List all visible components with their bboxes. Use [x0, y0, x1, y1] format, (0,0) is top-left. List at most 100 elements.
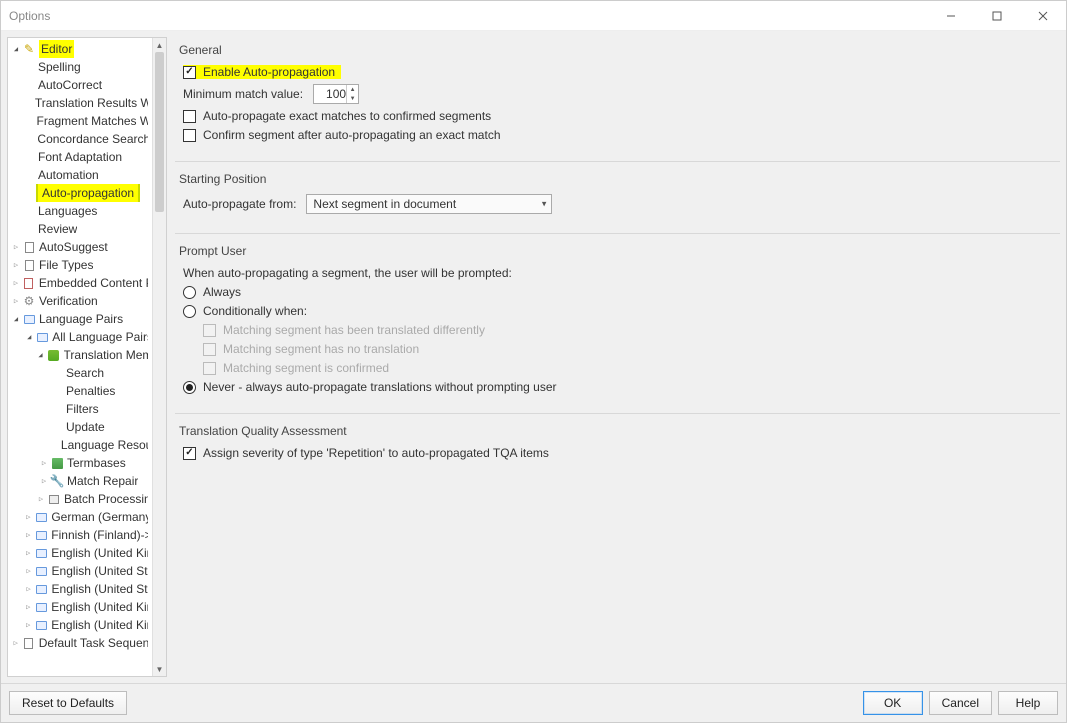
tree-label: English (United Stat: [52, 562, 148, 580]
tree-item[interactable]: English (United King: [8, 544, 152, 562]
tree-item-language-pairs[interactable]: Language Pairs: [8, 310, 152, 328]
tree-item-batch-processing[interactable]: Batch Processing: [8, 490, 152, 508]
tree-toggle-icon[interactable]: [23, 328, 35, 346]
tree-item[interactable]: Font Adaptation: [8, 148, 152, 166]
tree-label: Embedded Content Pr: [39, 274, 148, 292]
min-match-value-input[interactable]: 100 ▲▼: [313, 84, 359, 104]
tree-item[interactable]: Spelling: [8, 58, 152, 76]
tree-item[interactable]: Filters: [8, 400, 152, 418]
minimize-button[interactable]: [928, 1, 974, 30]
tree-item[interactable]: Search: [8, 364, 152, 382]
tree-item-embedded[interactable]: Embedded Content Pr: [8, 274, 152, 292]
tree-toggle-icon[interactable]: [10, 634, 22, 652]
language-icon: [34, 528, 48, 542]
ok-button[interactable]: OK: [863, 691, 923, 715]
options-tree: ✎ Editor Spelling AutoCorrect Translatio…: [7, 37, 167, 677]
help-button[interactable]: Help: [998, 691, 1058, 715]
checkbox-translated-differently: [203, 324, 216, 337]
titlebar: Options: [1, 1, 1066, 31]
checkbox-enable-auto-propagation[interactable]: [183, 66, 196, 79]
section-title: General: [179, 43, 1056, 57]
tree-item[interactable]: Language Resour: [8, 436, 152, 454]
tree-item-default-task-sequence[interactable]: Default Task Sequence: [8, 634, 152, 652]
checkbox-confirmed: [203, 362, 216, 375]
reset-to-defaults-button[interactable]: Reset to Defaults: [9, 691, 127, 715]
tree-label: Finnish (Finland)->E: [51, 526, 148, 544]
tree-toggle-icon[interactable]: [23, 562, 35, 580]
tree-toggle-icon[interactable]: [10, 40, 22, 58]
tree-item-termbases[interactable]: Termbases: [8, 454, 152, 472]
tree-toggle-icon[interactable]: [22, 526, 34, 544]
tree-toggle-icon[interactable]: [10, 256, 22, 274]
tree-item[interactable]: Concordance Search: [8, 130, 152, 148]
tree-toggle-icon[interactable]: [22, 544, 34, 562]
language-icon: [34, 600, 48, 614]
tree-item-auto-propagation[interactable]: Auto-propagation: [8, 184, 152, 202]
tree-item-autosuggest[interactable]: AutoSuggest: [8, 238, 152, 256]
tree-item-all-language-pairs[interactable]: All Language Pairs: [8, 328, 152, 346]
scroll-down-icon[interactable]: ▼: [153, 662, 166, 676]
tree-toggle-icon[interactable]: [23, 580, 35, 598]
tree-toggle-icon[interactable]: [35, 346, 47, 364]
tree-item[interactable]: Automation: [8, 166, 152, 184]
tree-label: English (United Stat: [52, 580, 148, 598]
tree-toggle-icon[interactable]: [22, 616, 34, 634]
tree-item[interactable]: Update: [8, 418, 152, 436]
radio-conditionally[interactable]: [183, 305, 196, 318]
radio-never[interactable]: [183, 381, 196, 394]
tree-item[interactable]: Translation Results Win: [8, 94, 152, 112]
tree-item[interactable]: English (United King: [8, 598, 152, 616]
tree-item[interactable]: Penalties: [8, 382, 152, 400]
maximize-button[interactable]: [974, 1, 1020, 30]
tree-item[interactable]: Fragment Matches Wi: [8, 112, 152, 130]
tree-item[interactable]: English (United Stat: [8, 562, 152, 580]
tree-label: Verification: [39, 292, 98, 310]
tree-item[interactable]: Finnish (Finland)->E: [8, 526, 152, 544]
tree-item-filetypes[interactable]: File Types: [8, 256, 152, 274]
tree-label: German (Germany)-: [51, 508, 148, 526]
tree-toggle-icon[interactable]: [35, 490, 47, 508]
tree-item-translation-memo[interactable]: Translation Memo: [8, 346, 152, 364]
tree-label: Batch Processing: [64, 490, 148, 508]
pencil-icon: ✎: [22, 42, 36, 56]
checkbox-label: Auto-propagate exact matches to confirme…: [203, 109, 491, 123]
close-button[interactable]: [1020, 1, 1066, 30]
tree-toggle-icon[interactable]: [22, 598, 34, 616]
checkbox-exact-confirmed[interactable]: [183, 110, 196, 123]
tree-toggle-icon[interactable]: [38, 472, 50, 490]
tree-label: English (United King: [51, 598, 148, 616]
tree-toggle-icon[interactable]: [10, 238, 22, 256]
tree-toggle-icon[interactable]: [10, 274, 22, 292]
tree-scrollbar[interactable]: ▲ ▼: [152, 38, 166, 676]
tree-item[interactable]: Languages: [8, 202, 152, 220]
tree-toggle-icon[interactable]: [22, 508, 34, 526]
tree-item[interactable]: English (United Stat: [8, 580, 152, 598]
tree-item-match-repair[interactable]: 🔧Match Repair: [8, 472, 152, 490]
radio-label: Conditionally when:: [203, 304, 307, 318]
tree-item[interactable]: AutoCorrect: [8, 76, 152, 94]
tree-label: Search: [66, 364, 104, 382]
tree-item[interactable]: German (Germany)-: [8, 508, 152, 526]
radio-always[interactable]: [183, 286, 196, 299]
tree-item[interactable]: English (United King: [8, 616, 152, 634]
doc-icon: [22, 276, 36, 290]
doc-icon: [22, 258, 36, 272]
scroll-up-icon[interactable]: ▲: [153, 38, 166, 52]
cancel-button[interactable]: Cancel: [929, 691, 992, 715]
spinner-icon[interactable]: ▲▼: [346, 85, 358, 103]
checkbox-tqa-repetition[interactable]: [183, 447, 196, 460]
tree-toggle-icon[interactable]: [10, 292, 22, 310]
tree-toggle-icon[interactable]: [38, 454, 50, 472]
tree-item-editor[interactable]: ✎ Editor: [8, 40, 152, 58]
tree-label: English (United King: [51, 616, 148, 634]
checkbox-label: Matching segment has no translation: [223, 342, 419, 356]
auto-propagate-from-select[interactable]: Next segment in document ▾: [306, 194, 552, 214]
tree-item-verification[interactable]: ⚙Verification: [8, 292, 152, 310]
scroll-thumb[interactable]: [155, 52, 164, 212]
checkbox-confirm-after[interactable]: [183, 129, 196, 142]
checkbox-label: Enable Auto-propagation: [203, 65, 335, 79]
tree-label: Language Resour: [61, 436, 148, 454]
tree-item[interactable]: Review: [8, 220, 152, 238]
section-title: Starting Position: [179, 172, 1056, 186]
tree-toggle-icon[interactable]: [10, 310, 22, 328]
